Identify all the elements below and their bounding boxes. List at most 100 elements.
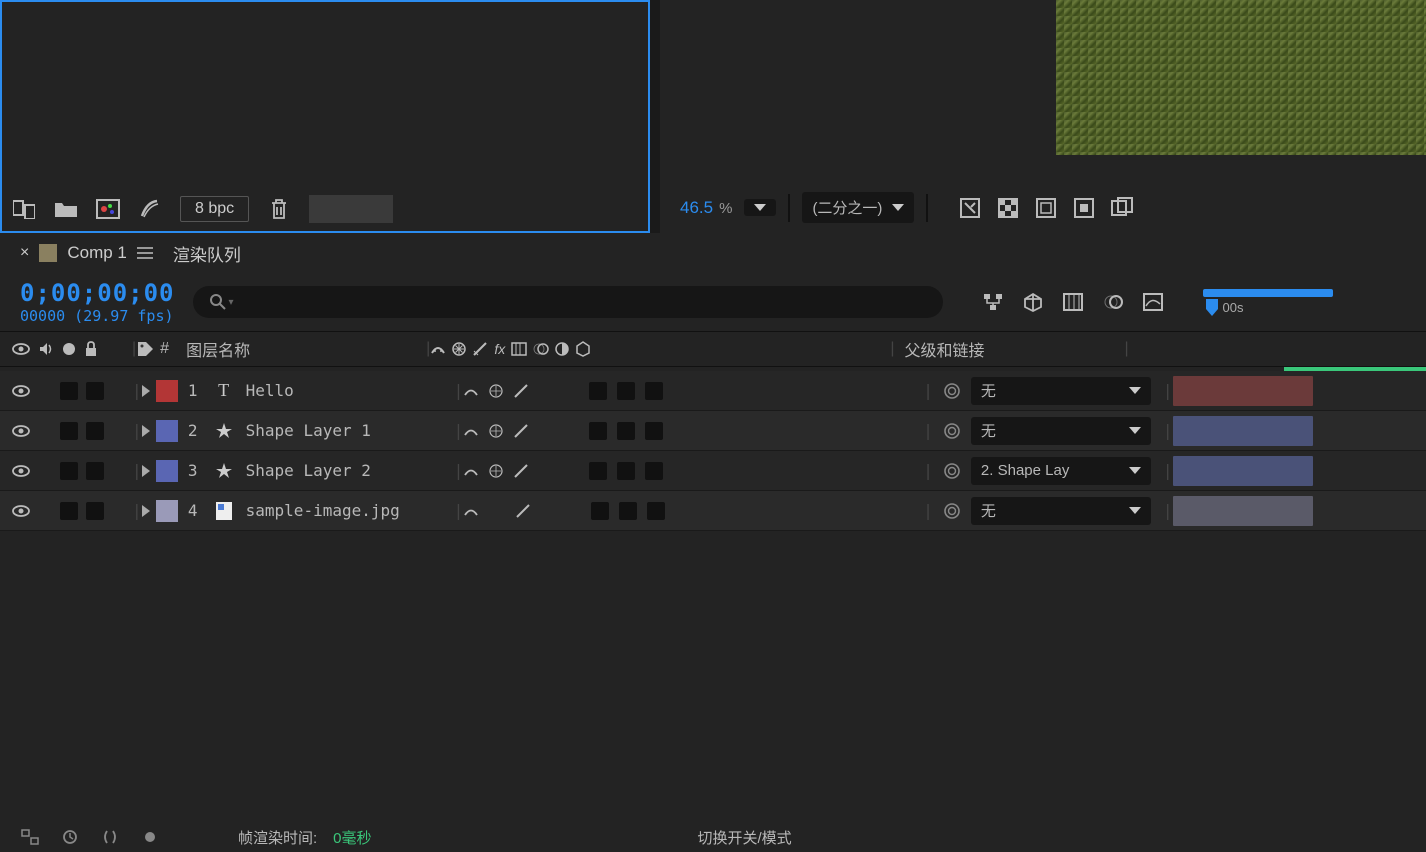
expand-arrow-icon[interactable] xyxy=(142,505,150,517)
layer-name[interactable]: Hello xyxy=(246,381,294,400)
trash-icon[interactable] xyxy=(267,197,291,221)
time-ruler[interactable]: 00s xyxy=(1203,289,1353,315)
switch-box[interactable] xyxy=(645,382,663,400)
pickwhip-icon[interactable] xyxy=(943,462,961,480)
solo-toggle[interactable] xyxy=(60,462,78,480)
eye-icon[interactable] xyxy=(12,384,30,398)
bracket-icon[interactable] xyxy=(98,825,122,849)
layer-search-input[interactable]: ▾ xyxy=(193,286,943,318)
resolution-dropdown[interactable]: (二分之一) xyxy=(802,192,914,223)
layer-duration-bar[interactable] xyxy=(1173,416,1313,446)
parent-dropdown[interactable]: 无 xyxy=(971,377,1151,405)
solo-toggle[interactable] xyxy=(60,422,78,440)
layer-name-header[interactable]: 图层名称 xyxy=(176,337,426,361)
switch-box[interactable] xyxy=(589,382,607,400)
lock-toggle[interactable] xyxy=(86,422,104,440)
expand-arrow-icon[interactable] xyxy=(142,385,150,397)
switch-box[interactable] xyxy=(645,462,663,480)
switch-box[interactable] xyxy=(617,422,635,440)
layer-row[interactable]: | 3 Shape Layer 2 | | 2. Shape Lay | xyxy=(0,451,1426,491)
layer-duration-bar[interactable] xyxy=(1173,456,1313,486)
switch-box[interactable] xyxy=(617,382,635,400)
graph-editor-icon[interactable] xyxy=(1141,290,1165,314)
dot-icon[interactable] xyxy=(138,825,162,849)
solo-toggle[interactable] xyxy=(60,502,78,520)
label-header-icon[interactable] xyxy=(136,340,154,358)
layer-row[interactable]: | 1 T Hello | | 无 | xyxy=(0,371,1426,411)
zoom-value[interactable]: 46.5% xyxy=(680,198,732,218)
switch-box[interactable] xyxy=(589,422,607,440)
layer-name[interactable]: Shape Layer 1 xyxy=(246,421,371,440)
collapse-header-icon[interactable] xyxy=(452,342,466,356)
layer-name[interactable]: sample-image.jpg xyxy=(246,501,400,520)
expand-arrow-icon[interactable] xyxy=(142,465,150,477)
tab-menu-icon[interactable] xyxy=(137,247,153,259)
audio-header-icon[interactable] xyxy=(38,341,54,357)
lock-toggle[interactable] xyxy=(86,462,104,480)
switch-box[interactable] xyxy=(591,502,609,520)
comp-flowchart-icon[interactable] xyxy=(981,290,1005,314)
layer-color-swatch[interactable] xyxy=(156,500,178,522)
layer-row[interactable]: | 4 sample-image.jpg | | 无 | xyxy=(0,491,1426,531)
interpret-footage-icon[interactable] xyxy=(12,197,36,221)
motion-blur-header-icon[interactable] xyxy=(533,342,549,356)
draft-3d-icon[interactable] xyxy=(1021,290,1045,314)
layer-color-swatch[interactable] xyxy=(156,380,178,402)
frame-blend-icon[interactable] xyxy=(1061,290,1085,314)
toggle-switches-icon[interactable] xyxy=(18,825,42,849)
expand-arrow-icon[interactable] xyxy=(142,425,150,437)
switch-box[interactable] xyxy=(645,422,663,440)
preview-viewport[interactable] xyxy=(1056,0,1426,155)
fast-preview-icon[interactable] xyxy=(958,196,982,220)
lock-header-icon[interactable] xyxy=(84,341,98,357)
quality-header-icon[interactable] xyxy=(472,341,488,357)
pickwhip-icon[interactable] xyxy=(943,382,961,400)
shy-header-icon[interactable] xyxy=(430,341,446,357)
frame-blend-header-icon[interactable] xyxy=(511,342,527,356)
layer-row[interactable]: | 2 Shape Layer 1 | | 无 | xyxy=(0,411,1426,451)
layer-duration-bar[interactable] xyxy=(1173,376,1313,406)
pickwhip-icon[interactable] xyxy=(943,422,961,440)
parent-dropdown[interactable]: 2. Shape Lay xyxy=(971,457,1151,485)
grid-guides-icon[interactable] xyxy=(1110,196,1134,220)
parent-dropdown[interactable]: 无 xyxy=(971,497,1151,525)
eye-icon[interactable] xyxy=(12,424,30,438)
parent-dropdown[interactable]: 无 xyxy=(971,417,1151,445)
eye-icon[interactable] xyxy=(12,504,30,518)
visibility-header-icon[interactable] xyxy=(12,342,30,356)
folder-icon[interactable] xyxy=(54,197,78,221)
render-status-icon[interactable] xyxy=(58,825,82,849)
close-tab-icon[interactable]: × xyxy=(20,244,29,262)
switch-box[interactable] xyxy=(589,462,607,480)
tab-comp-1[interactable]: × Comp 1 xyxy=(20,243,153,263)
layer-duration-bar[interactable] xyxy=(1173,496,1313,526)
playhead-icon[interactable] xyxy=(1203,299,1221,317)
motion-blur-icon[interactable] xyxy=(1101,290,1125,314)
switch-box[interactable] xyxy=(619,502,637,520)
adjustment-icon[interactable] xyxy=(138,197,162,221)
lock-toggle[interactable] xyxy=(86,502,104,520)
tab-render-queue[interactable]: 渲染队列 xyxy=(173,241,241,266)
fx-header-icon[interactable]: fx xyxy=(494,341,505,357)
new-comp-icon[interactable] xyxy=(96,197,120,221)
toggle-switches-label[interactable]: 切换开关/模式 xyxy=(698,827,792,848)
transparency-grid-icon[interactable] xyxy=(996,196,1020,220)
bpc-indicator[interactable]: 8 bpc xyxy=(180,196,249,222)
search-project-box[interactable] xyxy=(309,195,393,223)
zoom-dropdown[interactable] xyxy=(744,199,776,216)
eye-icon[interactable] xyxy=(12,464,30,478)
layer-color-swatch[interactable] xyxy=(156,460,178,482)
adjustment-header-icon[interactable] xyxy=(555,342,569,356)
3d-header-icon[interactable] xyxy=(575,341,591,357)
layer-name[interactable]: Shape Layer 2 xyxy=(246,461,371,480)
switch-box[interactable] xyxy=(617,462,635,480)
project-panel[interactable]: 8 bpc xyxy=(0,0,650,233)
parent-header[interactable]: 父级和链接 xyxy=(894,337,1124,361)
current-timecode[interactable]: 0;00;00;00 00000 (29.97 fps) xyxy=(20,279,175,325)
pickwhip-icon[interactable] xyxy=(943,502,961,520)
solo-header-icon[interactable] xyxy=(62,342,76,356)
switch-box[interactable] xyxy=(647,502,665,520)
solo-toggle[interactable] xyxy=(60,382,78,400)
mask-visibility-icon[interactable] xyxy=(1034,196,1058,220)
region-of-interest-icon[interactable] xyxy=(1072,196,1096,220)
